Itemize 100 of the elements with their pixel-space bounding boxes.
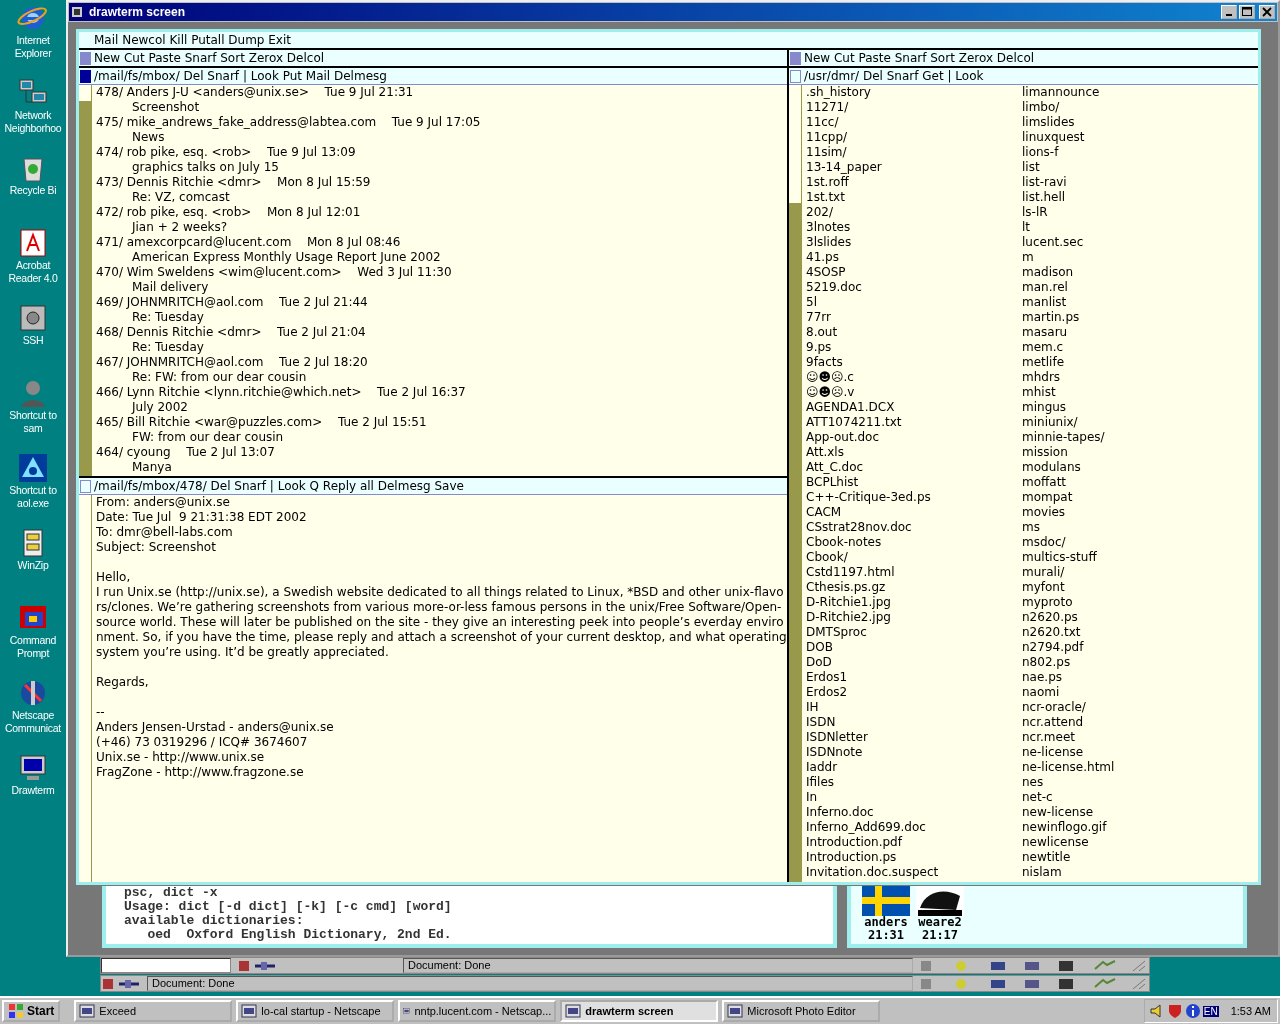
file-name[interactable]: ncr.meet xyxy=(1022,730,1238,745)
message-sender[interactable]: 470/ Wim Sweldens <wim@lucent.com> xyxy=(96,265,342,279)
info-icon[interactable] xyxy=(1184,1003,1201,1019)
taskbar-button[interactable]: nntp.lucent.com - Netscap... xyxy=(398,1000,557,1022)
tag-text[interactable]: Mail Newcol Kill Putall Dump Exit xyxy=(94,32,291,48)
acrobat-icon[interactable] xyxy=(17,227,49,259)
file-name[interactable]: Inferno.doc xyxy=(806,805,1022,820)
file-name[interactable]: n2620.ps xyxy=(1022,610,1238,625)
file-name[interactable]: masaru xyxy=(1022,325,1238,340)
column-handle[interactable] xyxy=(790,51,801,65)
desktop-icon-label[interactable]: SSH xyxy=(1,334,65,347)
taskbar-button[interactable]: lo-cal startup - Netscape xyxy=(236,1000,395,1022)
file-name[interactable]: 11cc/ xyxy=(806,115,1022,130)
file-name[interactable]: metlife xyxy=(1022,355,1238,370)
file-name[interactable]: Cthesis.ps.gz xyxy=(806,580,1022,595)
file-name[interactable]: ne-license.html xyxy=(1022,760,1238,775)
file-name[interactable]: 202/ xyxy=(806,205,1022,220)
file-name[interactable]: n802.ps xyxy=(1022,655,1238,670)
file-name[interactable]: net-c xyxy=(1022,790,1238,805)
message-sender[interactable]: 472/ rob pike, esq. <rob> xyxy=(96,205,252,219)
file-name[interactable]: 11cpp/ xyxy=(806,130,1022,145)
desktop-icon-label[interactable]: Network Neighborhoo xyxy=(1,109,65,135)
file-name[interactable]: 9.ps xyxy=(806,340,1022,355)
taskbar-button[interactable]: drawterm screen xyxy=(560,1000,719,1022)
tag-text[interactable]: /usr/dmr/ Del Snarf Get | Look xyxy=(804,68,984,84)
safe-icon[interactable] xyxy=(17,302,49,334)
message-sender[interactable]: 478/ Anders J-U <anders@unix.se> xyxy=(96,85,309,99)
file-name[interactable]: Att.xls xyxy=(806,445,1022,460)
file-name[interactable]: mingus xyxy=(1022,400,1238,415)
tag-text[interactable]: New Cut Paste Snarf Sort Zerox Delcol xyxy=(804,50,1035,66)
file-name[interactable]: Cbook/ xyxy=(806,550,1022,565)
file-name[interactable]: m xyxy=(1022,250,1238,265)
message-subject[interactable]: News xyxy=(96,130,787,145)
desktop-icon-label[interactable]: Acrobat Reader 4.0 xyxy=(1,259,65,285)
file-name[interactable]: mompat xyxy=(1022,490,1238,505)
file-name[interactable]: Inferno_Add699.doc xyxy=(806,820,1022,835)
window-handle[interactable] xyxy=(80,479,91,493)
file-name[interactable]: 5219.doc xyxy=(806,280,1022,295)
file-name[interactable]: moffatt xyxy=(1022,475,1238,490)
desktop-icon-label[interactable]: Internet Explorer xyxy=(1,34,65,60)
file-name[interactable]: 1st.roff xyxy=(806,175,1022,190)
file-name[interactable]: n2794.pdf xyxy=(1022,640,1238,655)
column-tag[interactable]: New Cut Paste Snarf Sort Zerox Delcol xyxy=(79,50,787,68)
file-name[interactable]: App-out.doc xyxy=(806,430,1022,445)
file-name[interactable]: Introduction.pdf xyxy=(806,835,1022,850)
desktop-icon-label[interactable]: Drawterm xyxy=(1,784,65,797)
file-name[interactable]: 77rr xyxy=(806,310,1022,325)
file-name[interactable]: limslides xyxy=(1022,115,1238,130)
column-handle[interactable] xyxy=(80,51,91,65)
file-name[interactable]: murali/ xyxy=(1022,565,1238,580)
language-indicator[interactable]: EN xyxy=(1202,1005,1219,1017)
file-name[interactable]: list xyxy=(1022,160,1238,175)
file-name[interactable]: Erdos2 xyxy=(806,685,1022,700)
file-name[interactable]: 1st.txt xyxy=(806,190,1022,205)
file-name[interactable]: n2620.txt xyxy=(1022,625,1238,640)
file-name[interactable]: newinflogo.gif xyxy=(1022,820,1238,835)
file-name[interactable]: new-license xyxy=(1022,805,1238,820)
message-subject[interactable]: Screenshot xyxy=(96,100,787,115)
file-name[interactable]: DMTSproc xyxy=(806,625,1022,640)
file-name[interactable]: man.rel xyxy=(1022,280,1238,295)
message-subject[interactable]: Jian + 2 weeks? xyxy=(96,220,787,235)
message-sender[interactable]: 474/ rob pike, esq. <rob> xyxy=(96,145,252,159)
message-subject[interactable]: Re: VZ, comcast xyxy=(96,190,787,205)
file-name[interactable]: lucent.sec xyxy=(1022,235,1238,250)
file-name[interactable]: Erdos1 xyxy=(806,670,1022,685)
message-subject[interactable]: July 2002 xyxy=(96,400,787,415)
taskbar-button[interactable]: Microsoft Photo Editor xyxy=(722,1000,881,1022)
message-subject[interactable]: American Express Monthly Usage Report June 2002 xyxy=(96,250,787,265)
file-name[interactable]: limbo/ xyxy=(1022,100,1238,115)
window-handle[interactable] xyxy=(790,69,801,83)
file-name[interactable]: myfont xyxy=(1022,580,1238,595)
message-subject[interactable]: graphics talks on July 15 xyxy=(96,160,787,175)
file-name[interactable]: 11sim/ xyxy=(806,145,1022,160)
file-name[interactable]: DoD xyxy=(806,655,1022,670)
desktop-icon-label[interactable]: Netscape Communicat xyxy=(1,709,65,735)
file-name[interactable]: modulans xyxy=(1022,460,1238,475)
file-name[interactable]: ms xyxy=(1022,520,1238,535)
file-name[interactable]: 8.out xyxy=(806,325,1022,340)
message-subject[interactable]: FW: from our dear cousin xyxy=(96,430,787,445)
column-tag[interactable]: New Cut Paste Snarf Sort Zerox Delcol xyxy=(789,50,1258,68)
minimize-button[interactable] xyxy=(1221,5,1237,19)
file-name[interactable]: .sh_history xyxy=(806,85,1022,100)
file-name[interactable]: 5l xyxy=(806,295,1022,310)
file-name[interactable]: C++-Critique-3ed.ps xyxy=(806,490,1022,505)
file-name[interactable]: madison xyxy=(1022,265,1238,280)
file-name[interactable]: nes xyxy=(1022,775,1238,790)
file-name[interactable]: 3lslides xyxy=(806,235,1022,250)
file-name[interactable]: DOB xyxy=(806,640,1022,655)
file-name[interactable]: 9facts xyxy=(806,355,1022,370)
file-name[interactable]: ☺☻☹.c xyxy=(806,370,1022,385)
file-name[interactable]: Cstd1197.html xyxy=(806,565,1022,580)
file-name[interactable]: movies xyxy=(1022,505,1238,520)
file-name[interactable]: minnie-tapes/ xyxy=(1022,430,1238,445)
close-button[interactable] xyxy=(1259,5,1275,19)
message-sender[interactable]: 471/ amexcorpcard@lucent.com xyxy=(96,235,292,249)
file-name[interactable]: ncr.attend xyxy=(1022,715,1238,730)
message-sender[interactable]: 468/ Dennis Ritchie <dmr> xyxy=(96,325,262,339)
file-name[interactable]: D-Ritchie2.jpg xyxy=(806,610,1022,625)
maximize-button[interactable] xyxy=(1239,5,1255,19)
file-name[interactable]: ATT1074211.txt xyxy=(806,415,1022,430)
